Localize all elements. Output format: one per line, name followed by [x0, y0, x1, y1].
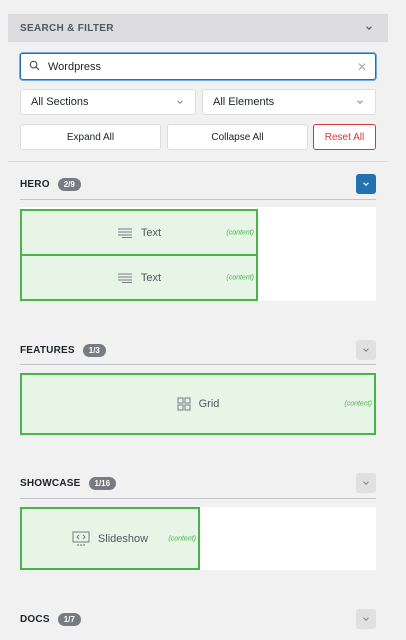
- element-text[interactable]: Text (content): [20, 209, 258, 256]
- section-underline: [20, 199, 376, 200]
- section-content-showcase: Slideshow (content): [20, 507, 376, 570]
- match-count-badge: 1/7: [57, 612, 81, 626]
- search-filter-header[interactable]: SEARCH & FILTER: [8, 14, 388, 42]
- section-toggle-button[interactable]: [356, 340, 376, 360]
- chevron-down-icon: [363, 348, 369, 352]
- chevron-down-icon: [175, 97, 185, 107]
- elements-select-value: All Elements: [213, 96, 275, 108]
- text-icon: [117, 228, 133, 238]
- match-count-badge: 1/3: [82, 343, 106, 357]
- element-grid[interactable]: Grid (content): [20, 373, 376, 435]
- elements-select[interactable]: All Elements: [202, 89, 376, 115]
- reset-all-button[interactable]: Reset All: [313, 124, 376, 150]
- section-header-features[interactable]: FEATURES 1/3: [20, 340, 376, 360]
- section-header-hero[interactable]: HERO 2/9: [20, 174, 376, 194]
- section-header-docs[interactable]: DOCS 1/7: [20, 609, 376, 629]
- section-header-showcase[interactable]: SHOWCASE 1/16: [20, 473, 376, 493]
- section-underline: [20, 498, 376, 499]
- section-content-features: Grid (content): [20, 373, 376, 435]
- section-toggle-button[interactable]: [356, 473, 376, 493]
- chevron-down-icon: [363, 617, 369, 621]
- section-toggle-button[interactable]: [356, 174, 376, 194]
- section-title: DOCS: [20, 613, 50, 625]
- section-title: HERO: [20, 178, 50, 190]
- clear-icon[interactable]: ✕: [357, 60, 367, 74]
- section-content-hero: Text (content) Text (content): [20, 207, 376, 301]
- search-filter-title: SEARCH & FILTER: [20, 22, 114, 34]
- element-slideshow[interactable]: Slideshow (content): [20, 507, 200, 570]
- section-underline: [20, 364, 376, 365]
- expand-all-button[interactable]: Expand All: [20, 124, 161, 150]
- chevron-down-icon: [355, 97, 365, 107]
- content-tag: (content): [226, 229, 254, 236]
- element-label: Text: [140, 226, 162, 239]
- search-field[interactable]: ✕: [20, 53, 376, 80]
- element-label: Slideshow: [97, 532, 149, 545]
- match-count-badge: 2/9: [57, 177, 81, 191]
- element-label: Text: [140, 271, 162, 284]
- element-text[interactable]: Text (content): [20, 254, 258, 301]
- divider: [8, 161, 388, 162]
- element-label: Grid: [198, 398, 220, 410]
- search-icon: [29, 58, 40, 76]
- chevron-down-icon: [363, 182, 369, 186]
- content-tag: (content): [226, 274, 254, 281]
- section-title: FEATURES: [20, 344, 75, 356]
- content-tag: (content): [168, 535, 196, 542]
- slideshow-icon: [72, 531, 90, 547]
- search-input[interactable]: [48, 60, 357, 73]
- chevron-down-icon[interactable]: [364, 23, 374, 33]
- section-toggle-button[interactable]: [356, 609, 376, 629]
- match-count-badge: 1/16: [88, 476, 117, 490]
- text-icon: [117, 273, 133, 283]
- sections-select-value: All Sections: [31, 96, 89, 108]
- collapse-all-button[interactable]: Collapse All: [167, 124, 308, 150]
- chevron-down-icon: [363, 481, 369, 485]
- section-title: SHOWCASE: [20, 477, 81, 489]
- sections-select[interactable]: All Sections: [20, 89, 196, 115]
- grid-icon: [177, 397, 191, 411]
- content-tag: (content): [344, 400, 372, 408]
